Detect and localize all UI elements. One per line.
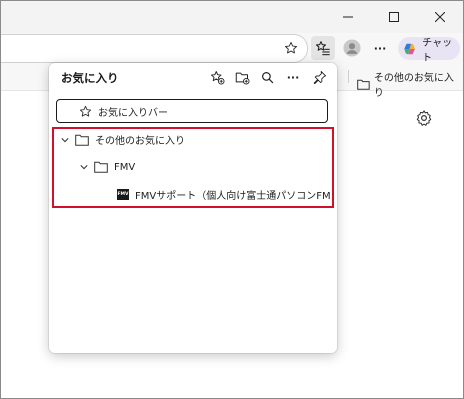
panel-more-button[interactable]: ··· (283, 67, 303, 87)
browser-window: ··· チャット その他のお気に入り お気に入り ··· お気に入りバー その他… (0, 0, 464, 399)
page-settings-button[interactable] (415, 109, 433, 131)
favorites-bar-divider (348, 70, 349, 83)
copilot-button[interactable]: チャット (398, 37, 460, 64)
search-icon (261, 71, 273, 83)
title-bar (1, 1, 463, 33)
star-icon (79, 105, 92, 117)
pin-panel-button[interactable] (310, 67, 330, 87)
close-button[interactable] (417, 1, 463, 33)
more-icon: ··· (286, 70, 300, 84)
address-bar[interactable] (1, 34, 308, 63)
favorites-bar-folder-label: その他のお気に入り (373, 73, 454, 99)
copilot-icon (404, 43, 415, 54)
favorites-button[interactable] (311, 36, 335, 60)
highlight-box (52, 127, 334, 208)
maximize-icon (389, 12, 399, 22)
favorites-list-icon (316, 41, 330, 56)
tree-favorites-bar[interactable]: お気に入りバー (56, 99, 328, 123)
close-icon (435, 12, 445, 22)
add-folder-button[interactable] (232, 67, 252, 87)
avatar-icon (343, 39, 361, 57)
add-to-favorites-button[interactable] (283, 40, 299, 56)
add-favorite-icon (210, 70, 224, 84)
copilot-label: チャット (422, 37, 453, 64)
folder-icon (357, 79, 370, 90)
add-folder-icon (235, 72, 249, 84)
minimize-button[interactable] (325, 1, 371, 33)
favorites-panel: お気に入り ··· お気に入りバー その他のお気に入り FMV FMV FMVサ… (49, 63, 337, 353)
minimize-icon (343, 16, 353, 18)
star-icon (284, 41, 298, 54)
maximize-button[interactable] (371, 1, 417, 33)
pin-icon (313, 71, 326, 84)
panel-actions: ··· (49, 67, 337, 87)
tree-favorites-bar-label: お気に入りバー (98, 107, 168, 119)
add-favorite-button[interactable] (207, 67, 227, 87)
gear-icon (416, 110, 432, 126)
search-favorites-button[interactable] (257, 67, 277, 87)
browser-toolbar: ··· チャット (1, 33, 463, 64)
settings-more-button[interactable]: ··· (369, 37, 391, 59)
profile-button[interactable] (341, 37, 363, 59)
more-icon: ··· (373, 41, 387, 55)
favorites-bar-other-folder[interactable]: その他のお気に入り (357, 69, 463, 99)
